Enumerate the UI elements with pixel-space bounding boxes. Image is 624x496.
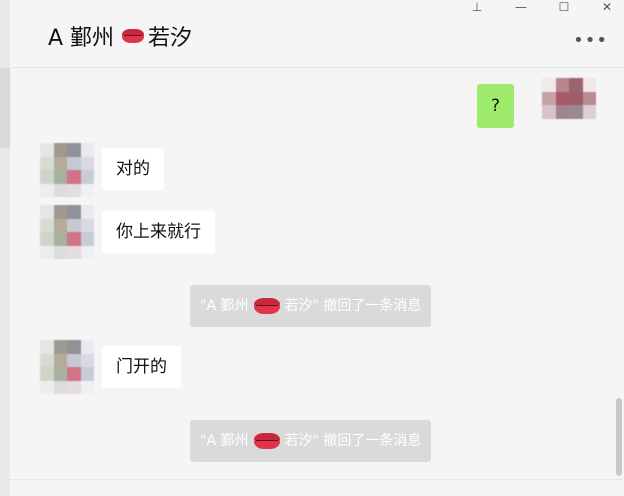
lips-emoji-icon bbox=[254, 298, 281, 314]
my-avatar[interactable] bbox=[542, 78, 596, 132]
incoming-message-bubble[interactable]: 你上来就行 bbox=[102, 211, 215, 253]
contact-avatar[interactable] bbox=[40, 205, 94, 259]
left-panel-scroll-thumb[interactable] bbox=[0, 68, 10, 148]
scrollbar-thumb[interactable] bbox=[616, 398, 622, 476]
close-icon[interactable]: ✕ bbox=[596, 0, 618, 14]
recall-notice: "A 鄞州 若汐" 撤回了一条消息 bbox=[190, 420, 432, 462]
pin-icon[interactable]: ⊥ bbox=[466, 0, 488, 14]
lips-emoji-icon bbox=[254, 433, 281, 449]
incoming-message-bubble[interactable]: 对的 bbox=[102, 148, 164, 190]
recall-notice-prefix: "A 鄞州 bbox=[200, 433, 249, 449]
more-options-icon[interactable]: ••• bbox=[573, 32, 608, 50]
maximize-icon[interactable]: ☐ bbox=[553, 0, 575, 14]
input-area-divider bbox=[10, 479, 624, 496]
contact-avatar[interactable] bbox=[40, 143, 94, 197]
contact-avatar[interactable] bbox=[40, 340, 94, 394]
recall-notice-suffix: 若汐" 撤回了一条消息 bbox=[284, 298, 422, 314]
chat-title[interactable]: A 鄞州 若汐 bbox=[48, 20, 192, 52]
lips-emoji-icon bbox=[122, 29, 145, 43]
chat-title-suffix: 若汐 bbox=[148, 26, 193, 51]
incoming-message-bubble[interactable]: 门开的 bbox=[102, 346, 181, 388]
chat-window: A 鄞州 若汐 ⊥ — ☐ ✕ ••• ? 对的 你上来就行 "A 鄞州 若汐"… bbox=[0, 0, 624, 496]
outgoing-message-bubble[interactable]: ? bbox=[477, 84, 515, 128]
recall-notice: "A 鄞州 若汐" 撤回了一条消息 bbox=[190, 285, 432, 327]
minimize-icon[interactable]: — bbox=[510, 0, 532, 14]
recall-notice-suffix: 若汐" 撤回了一条消息 bbox=[284, 433, 422, 449]
chat-title-prefix: A 鄞州 bbox=[48, 26, 115, 51]
chat-header: A 鄞州 若汐 ⊥ — ☐ ✕ ••• bbox=[10, 0, 624, 68]
left-panel-edge bbox=[0, 0, 10, 496]
recall-notice-prefix: "A 鄞州 bbox=[200, 298, 249, 314]
